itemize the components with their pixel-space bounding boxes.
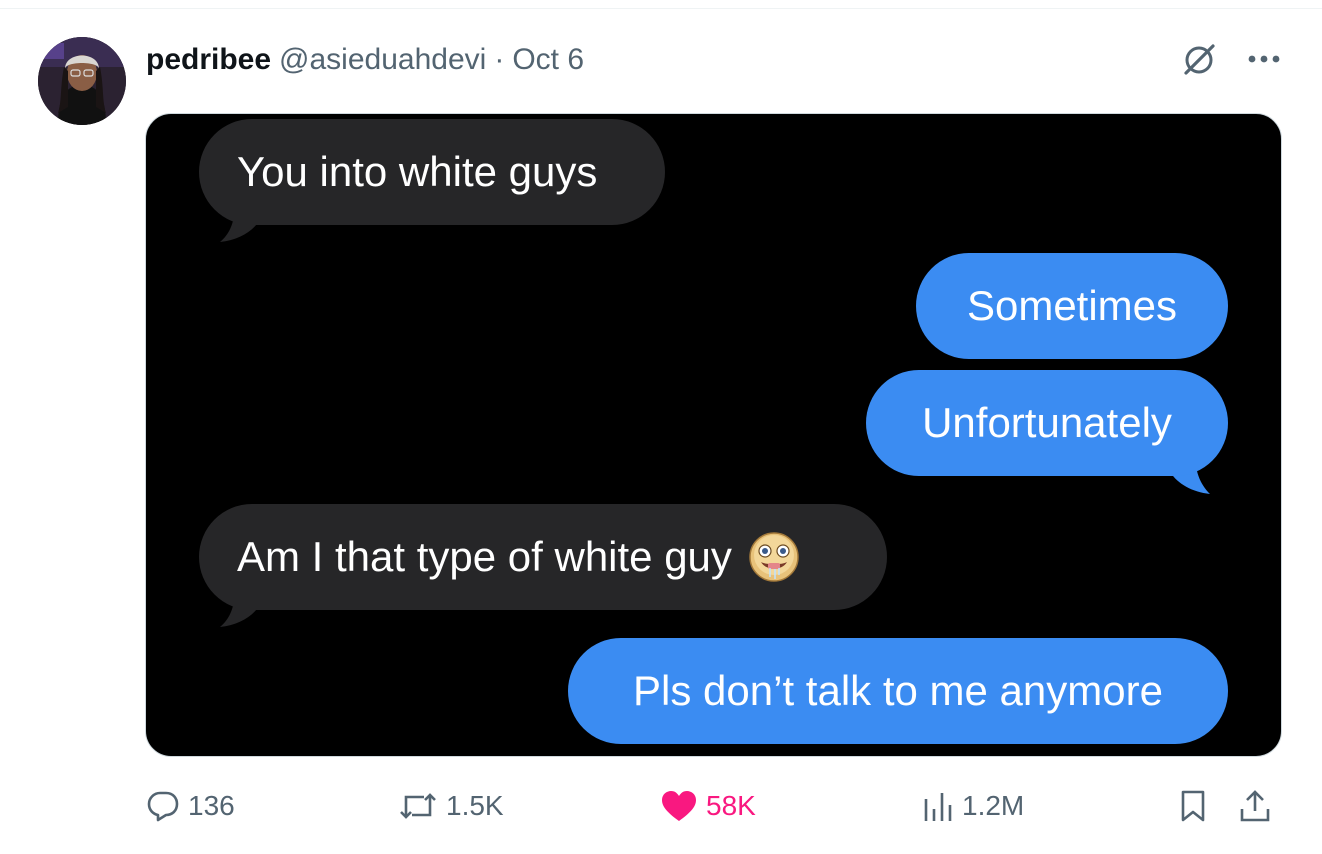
post-header: pedribee @asieduahdevi · Oct 6 — [146, 40, 584, 80]
views-count: 1.2M — [962, 790, 1025, 821]
like-button[interactable]: 58K — [660, 784, 756, 828]
user-handle[interactable]: @asieduahdevi — [279, 43, 486, 77]
drooling-face-emoji — [749, 532, 799, 582]
reply-button[interactable]: 136 — [146, 784, 235, 828]
action-bar: 136 1.5K 58K 1.2M — [146, 784, 1282, 828]
share-button[interactable] — [1238, 784, 1272, 828]
more-icon[interactable] — [1246, 53, 1282, 65]
separator-dot: · — [494, 43, 505, 76]
message-text: Unfortunately — [922, 399, 1172, 446]
bookmark-icon — [1181, 790, 1205, 822]
post-media[interactable]: You into white guys Sometimes Unfortunat… — [145, 113, 1282, 757]
like-count: 58K — [706, 790, 756, 821]
message-outgoing: Pls don’t talk to me anymore — [568, 638, 1228, 744]
message-outgoing: Sometimes — [916, 253, 1228, 359]
grok-icon[interactable] — [1180, 40, 1218, 78]
message-text: Am I that type of white guy — [237, 533, 732, 580]
repost-button[interactable]: 1.5K — [398, 784, 504, 828]
reply-count: 136 — [188, 790, 235, 821]
top-divider — [0, 8, 1322, 9]
message-text: You into white guys — [237, 148, 598, 195]
analytics-icon — [924, 793, 952, 821]
share-icon — [1240, 790, 1270, 822]
display-name[interactable]: pedribee — [146, 43, 271, 77]
repost-count: 1.5K — [446, 790, 504, 821]
bookmark-button[interactable] — [1178, 784, 1208, 828]
heart-icon — [662, 791, 696, 821]
message-outgoing: Unfortunately — [866, 370, 1228, 476]
post-date[interactable]: Oct 6 — [512, 43, 584, 77]
avatar[interactable] — [38, 37, 126, 125]
header-actions — [1180, 40, 1282, 78]
avatar-image — [38, 37, 126, 125]
reply-icon — [147, 791, 179, 822]
message-incoming: Am I that type of white guy — [199, 504, 887, 610]
message-text: Sometimes — [966, 282, 1178, 329]
repost-icon — [400, 793, 436, 819]
message-text: Pls don’t talk to me anymore — [633, 667, 1163, 714]
message-incoming: You into white guys — [199, 119, 665, 225]
views-button[interactable]: 1.2M — [922, 784, 1024, 828]
